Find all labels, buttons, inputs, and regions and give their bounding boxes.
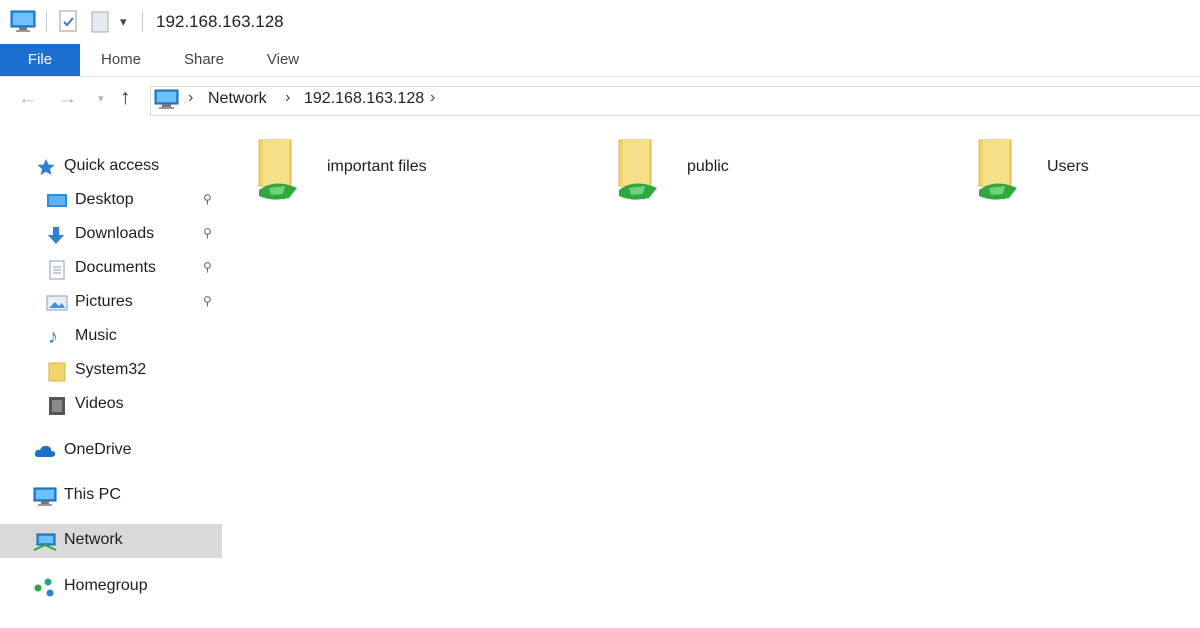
breadcrumb-host[interactable]: 192.168.163.128 [304,90,424,108]
desktop-icon [46,192,67,210]
star-icon [36,158,56,176]
tab-home[interactable]: Home [86,44,156,76]
network-icon [33,532,57,551]
sidebar-item-network[interactable]: Network [0,524,222,558]
tab-file[interactable]: File [0,44,80,76]
recent-locations-chevron-icon[interactable]: ▾ [98,92,104,105]
sidebar-item-label: Documents [75,259,156,276]
sidebar-item-videos[interactable]: Videos [0,388,222,422]
tab-share[interactable]: Share [170,44,238,76]
sidebar-item-label: Music [75,327,117,344]
sidebar-item-label: OneDrive [64,441,132,458]
tab-view[interactable]: View [250,44,316,76]
folder-label: public [687,158,729,175]
new-folder-icon[interactable] [90,10,112,34]
folder-item-users[interactable]: Users [975,138,1200,208]
download-arrow-icon [46,226,66,244]
customize-toolbar-chevron-icon[interactable]: ▾ [120,14,127,30]
music-note-icon: ♪ [48,326,58,348]
breadcrumb-separator-icon: › [188,89,194,106]
folder-label: Users [1047,158,1089,175]
sidebar-item-homegroup[interactable]: Homegroup [0,570,222,604]
sidebar-item-label: System32 [75,361,147,378]
shared-folder-icon [255,138,303,209]
sidebar-item-label: Homegroup [64,577,148,594]
back-arrow-icon[interactable]: ← [18,88,37,110]
shared-folder-icon [975,138,1023,209]
sidebar-item-quick-access[interactable]: Quick access [0,150,222,184]
sidebar-item-music[interactable]: ♪ Music [0,320,222,354]
pin-icon[interactable]: ⚲ [203,226,212,240]
window-title: 192.168.163.128 [156,12,284,31]
pin-icon[interactable]: ⚲ [203,192,212,206]
sidebar-item-system32[interactable]: System32 [0,354,222,388]
breadcrumb-separator-icon: › [285,89,291,106]
pictures-icon [46,294,68,312]
sidebar-item-label: Videos [75,395,124,412]
title-separator [142,12,143,32]
document-icon [48,260,68,280]
sidebar-item-downloads[interactable]: Downloads ⚲ [0,218,222,252]
breadcrumb-separator-icon: › [430,89,436,106]
sidebar-item-desktop[interactable]: Desktop ⚲ [0,184,222,218]
sidebar-item-documents[interactable]: Documents ⚲ [0,252,222,286]
folder-item-public[interactable]: public [615,138,935,208]
folder-icon [48,362,68,382]
shared-folder-icon [615,138,663,209]
sidebar-item-label: Desktop [75,191,134,208]
pin-icon[interactable]: ⚲ [203,260,212,274]
video-icon [48,396,68,415]
sidebar-item-this-pc[interactable]: This PC [0,479,222,513]
folder-item-important-files[interactable]: important files [255,138,575,208]
breadcrumb-network[interactable]: Network [208,90,267,108]
sidebar-item-label: Network [64,531,123,548]
sidebar-item-label: Pictures [75,293,133,310]
computer-icon [33,487,57,506]
sidebar-item-pictures[interactable]: Pictures ⚲ [0,286,222,320]
up-arrow-icon[interactable]: ↑ [120,86,131,110]
homegroup-icon [33,578,54,597]
sidebar-item-label: Downloads [75,225,155,242]
sidebar-item-label: This PC [64,486,121,503]
cloud-icon [33,442,56,460]
address-computer-icon [154,89,180,111]
folder-label: important files [327,158,427,175]
quick-access-separator [46,12,47,32]
forward-arrow-icon[interactable]: → [58,88,77,110]
properties-icon[interactable] [58,10,80,34]
sidebar-item-onedrive[interactable]: OneDrive [0,434,222,468]
computer-icon [10,10,36,34]
pin-icon[interactable]: ⚲ [203,294,212,308]
sidebar-item-label: Quick access [64,157,160,174]
